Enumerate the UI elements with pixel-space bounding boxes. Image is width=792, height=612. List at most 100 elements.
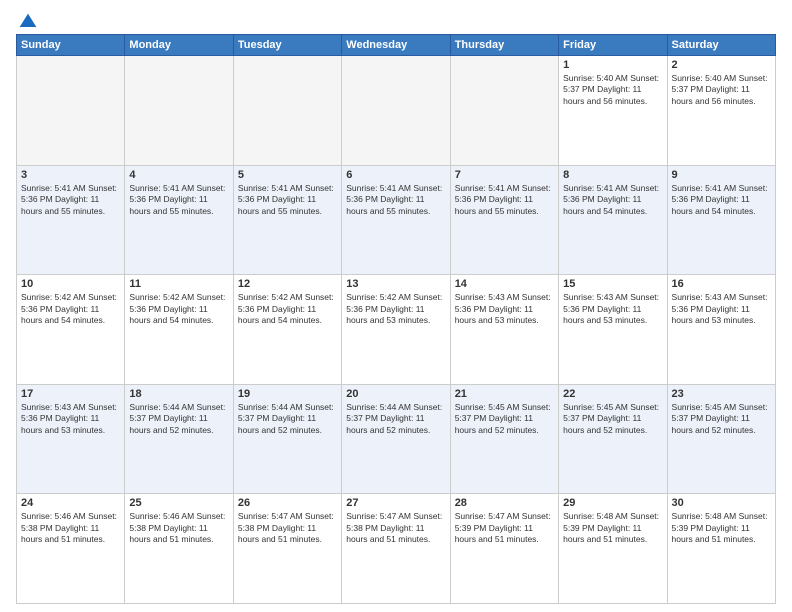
calendar-cell: 3Sunrise: 5:41 AM Sunset: 5:36 PM Daylig… xyxy=(17,165,125,275)
calendar-cell: 14 Sunrise: 5:43 AM Sunset: 5:36 PM Dayli… xyxy=(450,275,558,385)
weekday-header-friday: Friday xyxy=(559,35,667,56)
week-row-2: 3 Sunrise: 5:41 AM Sunset: 5:36 PM Daylig… xyxy=(17,165,776,275)
day-number: 17 xyxy=(21,388,120,400)
day-number: 27 xyxy=(346,497,445,509)
calendar-cell: 17 Sunrise: 5:43 AM Sunset: 5:36 PM Dayli… xyxy=(17,384,125,494)
calendar-table: SundayMondayTuesdayWednesdayThursdayFrid… xyxy=(16,34,776,604)
day-number: 10 xyxy=(21,278,120,290)
weekday-header-monday: Monday xyxy=(125,35,233,56)
day-number: 13 xyxy=(346,278,445,290)
calendar-cell: 24 Sunrise: 5:46 AM Sunset: 5:38 PM Dayli… xyxy=(17,494,125,604)
calendar-cell: 11 Sunrise: 5:42 AM Sunset: 5:36 PM Dayli… xyxy=(125,275,233,385)
day-number: 1 xyxy=(563,59,662,71)
day-info: Sunrise: 5:45 AM Sunset: 5:37 PM Dayligh… xyxy=(455,402,554,436)
day-info: Sunrise: 5:44 AM Sunset: 5:37 PM Dayligh… xyxy=(346,402,445,436)
day-info: Sunrise: 5:47 AM Sunset: 5:38 PM Dayligh… xyxy=(238,511,337,545)
calendar-cell: 20 Sunrise: 5:44 AM Sunset: 5:37 PM Dayli… xyxy=(342,384,450,494)
day-info: Sunrise: 5:41 AM Sunset: 5:36 PM Dayligh… xyxy=(346,183,445,217)
day-number: 6 xyxy=(346,169,445,181)
day-info: Sunrise: 5:43 AM Sunset: 5:36 PM Dayligh… xyxy=(672,292,771,326)
calendar-cell: 19Sunrise: 5:44 AM Sunset: 5:37 PM Dayli… xyxy=(233,384,341,494)
day-number: 26 xyxy=(238,497,337,509)
day-info: Sunrise: 5:45 AM Sunset: 5:37 PM Dayligh… xyxy=(563,402,662,436)
day-number: 28 xyxy=(455,497,554,509)
calendar-cell xyxy=(342,56,450,166)
day-info: Sunrise: 5:48 AM Sunset: 5:39 PM Dayligh… xyxy=(563,511,662,545)
calendar-cell: 21 Sunrise: 5:45 AM Sunset: 5:37 PM Dayli… xyxy=(450,384,558,494)
weekday-header-thursday: Thursday xyxy=(450,35,558,56)
calendar-cell: 16 Sunrise: 5:43 AM Sunset: 5:36 PM Dayli… xyxy=(667,275,775,385)
day-info: Sunrise: 5:43 AM Sunset: 5:36 PM Dayligh… xyxy=(563,292,662,326)
calendar-cell: 10 Sunrise: 5:42 AM Sunset: 5:36 PM Dayli… xyxy=(17,275,125,385)
calendar-cell: 13 Sunrise: 5:42 AM Sunset: 5:36 PM Dayli… xyxy=(342,275,450,385)
calendar-cell xyxy=(233,56,341,166)
day-number: 12 xyxy=(238,278,337,290)
day-info: Sunrise: 5:41 AM Sunset: 5:36 PM Dayligh… xyxy=(672,183,771,217)
day-number: 23 xyxy=(672,388,771,400)
day-info: Sunrise: 5:42 AM Sunset: 5:36 PM Dayligh… xyxy=(346,292,445,326)
day-info: Sunrise: 5:47 AM Sunset: 5:39 PM Dayligh… xyxy=(455,511,554,545)
calendar-cell: 2Sunrise: 5:40 AM Sunset: 5:37 PM Daylig… xyxy=(667,56,775,166)
day-number: 18 xyxy=(129,388,228,400)
day-info: Sunrise: 5:42 AM Sunset: 5:36 PM Dayligh… xyxy=(238,292,337,326)
calendar-cell: 28 Sunrise: 5:47 AM Sunset: 5:39 PM Dayli… xyxy=(450,494,558,604)
day-info: Sunrise: 5:41 AM Sunset: 5:36 PM Dayligh… xyxy=(238,183,337,217)
calendar-cell: 23 Sunrise: 5:45 AM Sunset: 5:37 PM Dayli… xyxy=(667,384,775,494)
day-info: Sunrise: 5:46 AM Sunset: 5:38 PM Dayligh… xyxy=(21,511,120,545)
weekday-header-wednesday: Wednesday xyxy=(342,35,450,56)
calendar-cell: 1 Sunrise: 5:40 AM Sunset: 5:37 PM Daylig… xyxy=(559,56,667,166)
day-number: 14 xyxy=(455,278,554,290)
calendar-cell: 9Sunrise: 5:41 AM Sunset: 5:36 PM Daylig… xyxy=(667,165,775,275)
week-row-4: 17 Sunrise: 5:43 AM Sunset: 5:36 PM Dayli… xyxy=(17,384,776,494)
day-info: Sunrise: 5:45 AM Sunset: 5:37 PM Dayligh… xyxy=(672,402,771,436)
calendar-cell: 8Sunrise: 5:41 AM Sunset: 5:36 PM Daylig… xyxy=(559,165,667,275)
calendar-cell: 18 Sunrise: 5:44 AM Sunset: 5:37 PM Dayli… xyxy=(125,384,233,494)
calendar-cell: 22 Sunrise: 5:45 AM Sunset: 5:37 PM Dayli… xyxy=(559,384,667,494)
day-number: 30 xyxy=(672,497,771,509)
day-number: 20 xyxy=(346,388,445,400)
day-info: Sunrise: 5:40 AM Sunset: 5:37 PM Dayligh… xyxy=(563,73,662,107)
day-number: 5 xyxy=(238,169,337,181)
day-info: Sunrise: 5:48 AM Sunset: 5:39 PM Dayligh… xyxy=(672,511,771,545)
day-number: 22 xyxy=(563,388,662,400)
calendar-cell: 6 Sunrise: 5:41 AM Sunset: 5:36 PM Daylig… xyxy=(342,165,450,275)
day-number: 3 xyxy=(21,169,120,181)
day-number: 7 xyxy=(455,169,554,181)
logo xyxy=(16,12,38,28)
day-number: 25 xyxy=(129,497,228,509)
day-number: 24 xyxy=(21,497,120,509)
calendar-cell: 27Sunrise: 5:47 AM Sunset: 5:38 PM Dayli… xyxy=(342,494,450,604)
calendar-cell: 12 Sunrise: 5:42 AM Sunset: 5:36 PM Dayli… xyxy=(233,275,341,385)
day-info: Sunrise: 5:44 AM Sunset: 5:37 PM Dayligh… xyxy=(238,402,337,436)
day-info: Sunrise: 5:40 AM Sunset: 5:37 PM Dayligh… xyxy=(672,73,771,107)
day-number: 29 xyxy=(563,497,662,509)
logo-icon xyxy=(18,12,38,32)
day-info: Sunrise: 5:42 AM Sunset: 5:36 PM Dayligh… xyxy=(129,292,228,326)
day-number: 8 xyxy=(563,169,662,181)
week-row-3: 10 Sunrise: 5:42 AM Sunset: 5:36 PM Dayli… xyxy=(17,275,776,385)
day-info: Sunrise: 5:43 AM Sunset: 5:36 PM Dayligh… xyxy=(21,402,120,436)
week-row-1: 1 Sunrise: 5:40 AM Sunset: 5:37 PM Daylig… xyxy=(17,56,776,166)
calendar-cell: 26 Sunrise: 5:47 AM Sunset: 5:38 PM Dayli… xyxy=(233,494,341,604)
calendar-cell xyxy=(450,56,558,166)
day-number: 15 xyxy=(563,278,662,290)
day-info: Sunrise: 5:42 AM Sunset: 5:36 PM Dayligh… xyxy=(21,292,120,326)
day-info: Sunrise: 5:41 AM Sunset: 5:36 PM Dayligh… xyxy=(129,183,228,217)
header xyxy=(16,12,776,28)
weekday-header-row: SundayMondayTuesdayWednesdayThursdayFrid… xyxy=(17,35,776,56)
weekday-header-tuesday: Tuesday xyxy=(233,35,341,56)
calendar-cell xyxy=(17,56,125,166)
day-info: Sunrise: 5:44 AM Sunset: 5:37 PM Dayligh… xyxy=(129,402,228,436)
week-row-5: 24 Sunrise: 5:46 AM Sunset: 5:38 PM Dayli… xyxy=(17,494,776,604)
day-number: 11 xyxy=(129,278,228,290)
day-info: Sunrise: 5:46 AM Sunset: 5:38 PM Dayligh… xyxy=(129,511,228,545)
calendar-cell: 29 Sunrise: 5:48 AM Sunset: 5:39 PM Dayli… xyxy=(559,494,667,604)
calendar-cell: 15 Sunrise: 5:43 AM Sunset: 5:36 PM Dayli… xyxy=(559,275,667,385)
page: SundayMondayTuesdayWednesdayThursdayFrid… xyxy=(0,0,792,612)
day-number: 16 xyxy=(672,278,771,290)
day-number: 21 xyxy=(455,388,554,400)
calendar-cell: 7Sunrise: 5:41 AM Sunset: 5:36 PM Daylig… xyxy=(450,165,558,275)
calendar-cell xyxy=(125,56,233,166)
weekday-header-sunday: Sunday xyxy=(17,35,125,56)
day-info: Sunrise: 5:43 AM Sunset: 5:36 PM Dayligh… xyxy=(455,292,554,326)
